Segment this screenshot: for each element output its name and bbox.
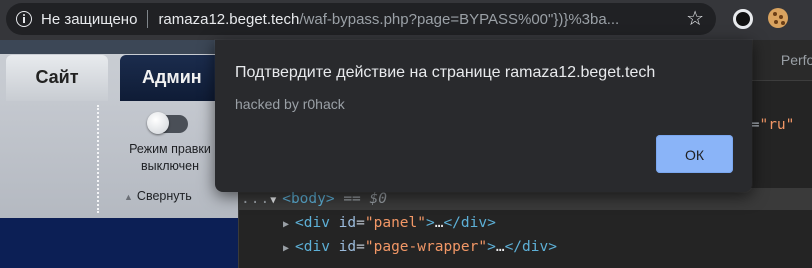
edit-mode-state: выключен bbox=[141, 159, 199, 173]
dom-node-panel[interactable]: ▶ <div id="panel">…</div> bbox=[283, 212, 496, 236]
tag-open-bracket: < bbox=[295, 215, 304, 231]
attr-value: "ru" bbox=[759, 117, 795, 133]
collapse-arrow-icon[interactable]: ▶ bbox=[283, 214, 295, 236]
panel-body: Режим правки выключен ▲ Свернуть bbox=[0, 101, 238, 218]
info-icon[interactable] bbox=[16, 11, 32, 27]
tag-end: </div> bbox=[443, 215, 496, 231]
extension-circle-icon[interactable] bbox=[733, 9, 753, 29]
edit-mode-title: Режим правки bbox=[129, 142, 211, 156]
dialog-title: Подтвердите действие на странице ramaza1… bbox=[235, 64, 656, 81]
ok-button[interactable]: ОК bbox=[656, 135, 733, 173]
attr-equals: = bbox=[356, 239, 365, 255]
alert-dialog: Подтвердите действие на странице ramaza1… bbox=[215, 40, 752, 192]
collapse-icon: ▲ bbox=[124, 192, 133, 202]
tag-end: </div> bbox=[504, 239, 557, 255]
dom-node-page-wrapper[interactable]: ▶ <div id="page-wrapper">…</div> bbox=[283, 236, 557, 260]
node-ellipsis: … bbox=[495, 239, 505, 255]
attr-value: "page-wrapper" bbox=[364, 239, 488, 255]
tag-close-bracket: > bbox=[425, 215, 435, 231]
address-bar[interactable]: Не защищено ramaza12.beget.tech/waf-bypa… bbox=[6, 3, 716, 35]
tag-open-bracket: < bbox=[295, 239, 304, 255]
extension-cookie-icon[interactable] bbox=[768, 8, 788, 28]
edit-mode-toggle[interactable] bbox=[147, 112, 188, 134]
url-host: ramaza12.beget.tech bbox=[158, 10, 300, 28]
expand-arrow-icon[interactable]: ▼ bbox=[270, 190, 282, 212]
tab-site[interactable]: Сайт bbox=[6, 55, 108, 101]
tag-close-bracket: > bbox=[487, 239, 496, 255]
attr-value: "panel" bbox=[364, 215, 426, 231]
tag-name: div bbox=[303, 239, 330, 255]
security-indicator[interactable]: Не защищено bbox=[41, 11, 137, 28]
star-icon[interactable]: ☆ bbox=[686, 9, 704, 29]
attr-name: id bbox=[338, 215, 357, 231]
tab-performance[interactable]: Perfor bbox=[781, 52, 812, 68]
node-menu-icon[interactable]: ... bbox=[241, 191, 270, 207]
address-separator bbox=[147, 10, 149, 28]
admin-panel: Сайт Админ Режим правки выключен ▲ Сверну… bbox=[0, 40, 238, 218]
dotted-divider bbox=[97, 105, 99, 213]
page-viewport: Сайт Админ Режим правки выключен ▲ Сверну… bbox=[0, 40, 238, 268]
tag-close-bracket: > bbox=[325, 191, 335, 207]
tag-name: div bbox=[303, 215, 330, 231]
selected-node-marker: == $0 bbox=[343, 191, 387, 207]
toggle-knob bbox=[147, 112, 169, 134]
url-text[interactable]: ramaza12.beget.tech/waf-bypass.php?page=… bbox=[158, 11, 670, 28]
collapse-arrow-icon[interactable]: ▶ bbox=[283, 238, 295, 260]
dialog-message: hacked by r0hack bbox=[235, 96, 345, 112]
collapse-label: Свернуть bbox=[136, 189, 192, 203]
browser-toolbar: Не защищено ramaza12.beget.tech/waf-bypa… bbox=[0, 0, 812, 40]
edit-mode-label: Режим правки выключен bbox=[116, 141, 224, 175]
url-path: /waf-bypass.php?page=BYPASS%00"})}%3ba..… bbox=[299, 10, 620, 28]
tag-name: body bbox=[290, 191, 326, 207]
attr-name: id bbox=[338, 239, 357, 255]
collapse-button[interactable]: ▲ Свернуть bbox=[124, 189, 192, 203]
tag-open-bracket: < bbox=[282, 191, 291, 207]
attr-equals: = bbox=[356, 215, 365, 231]
